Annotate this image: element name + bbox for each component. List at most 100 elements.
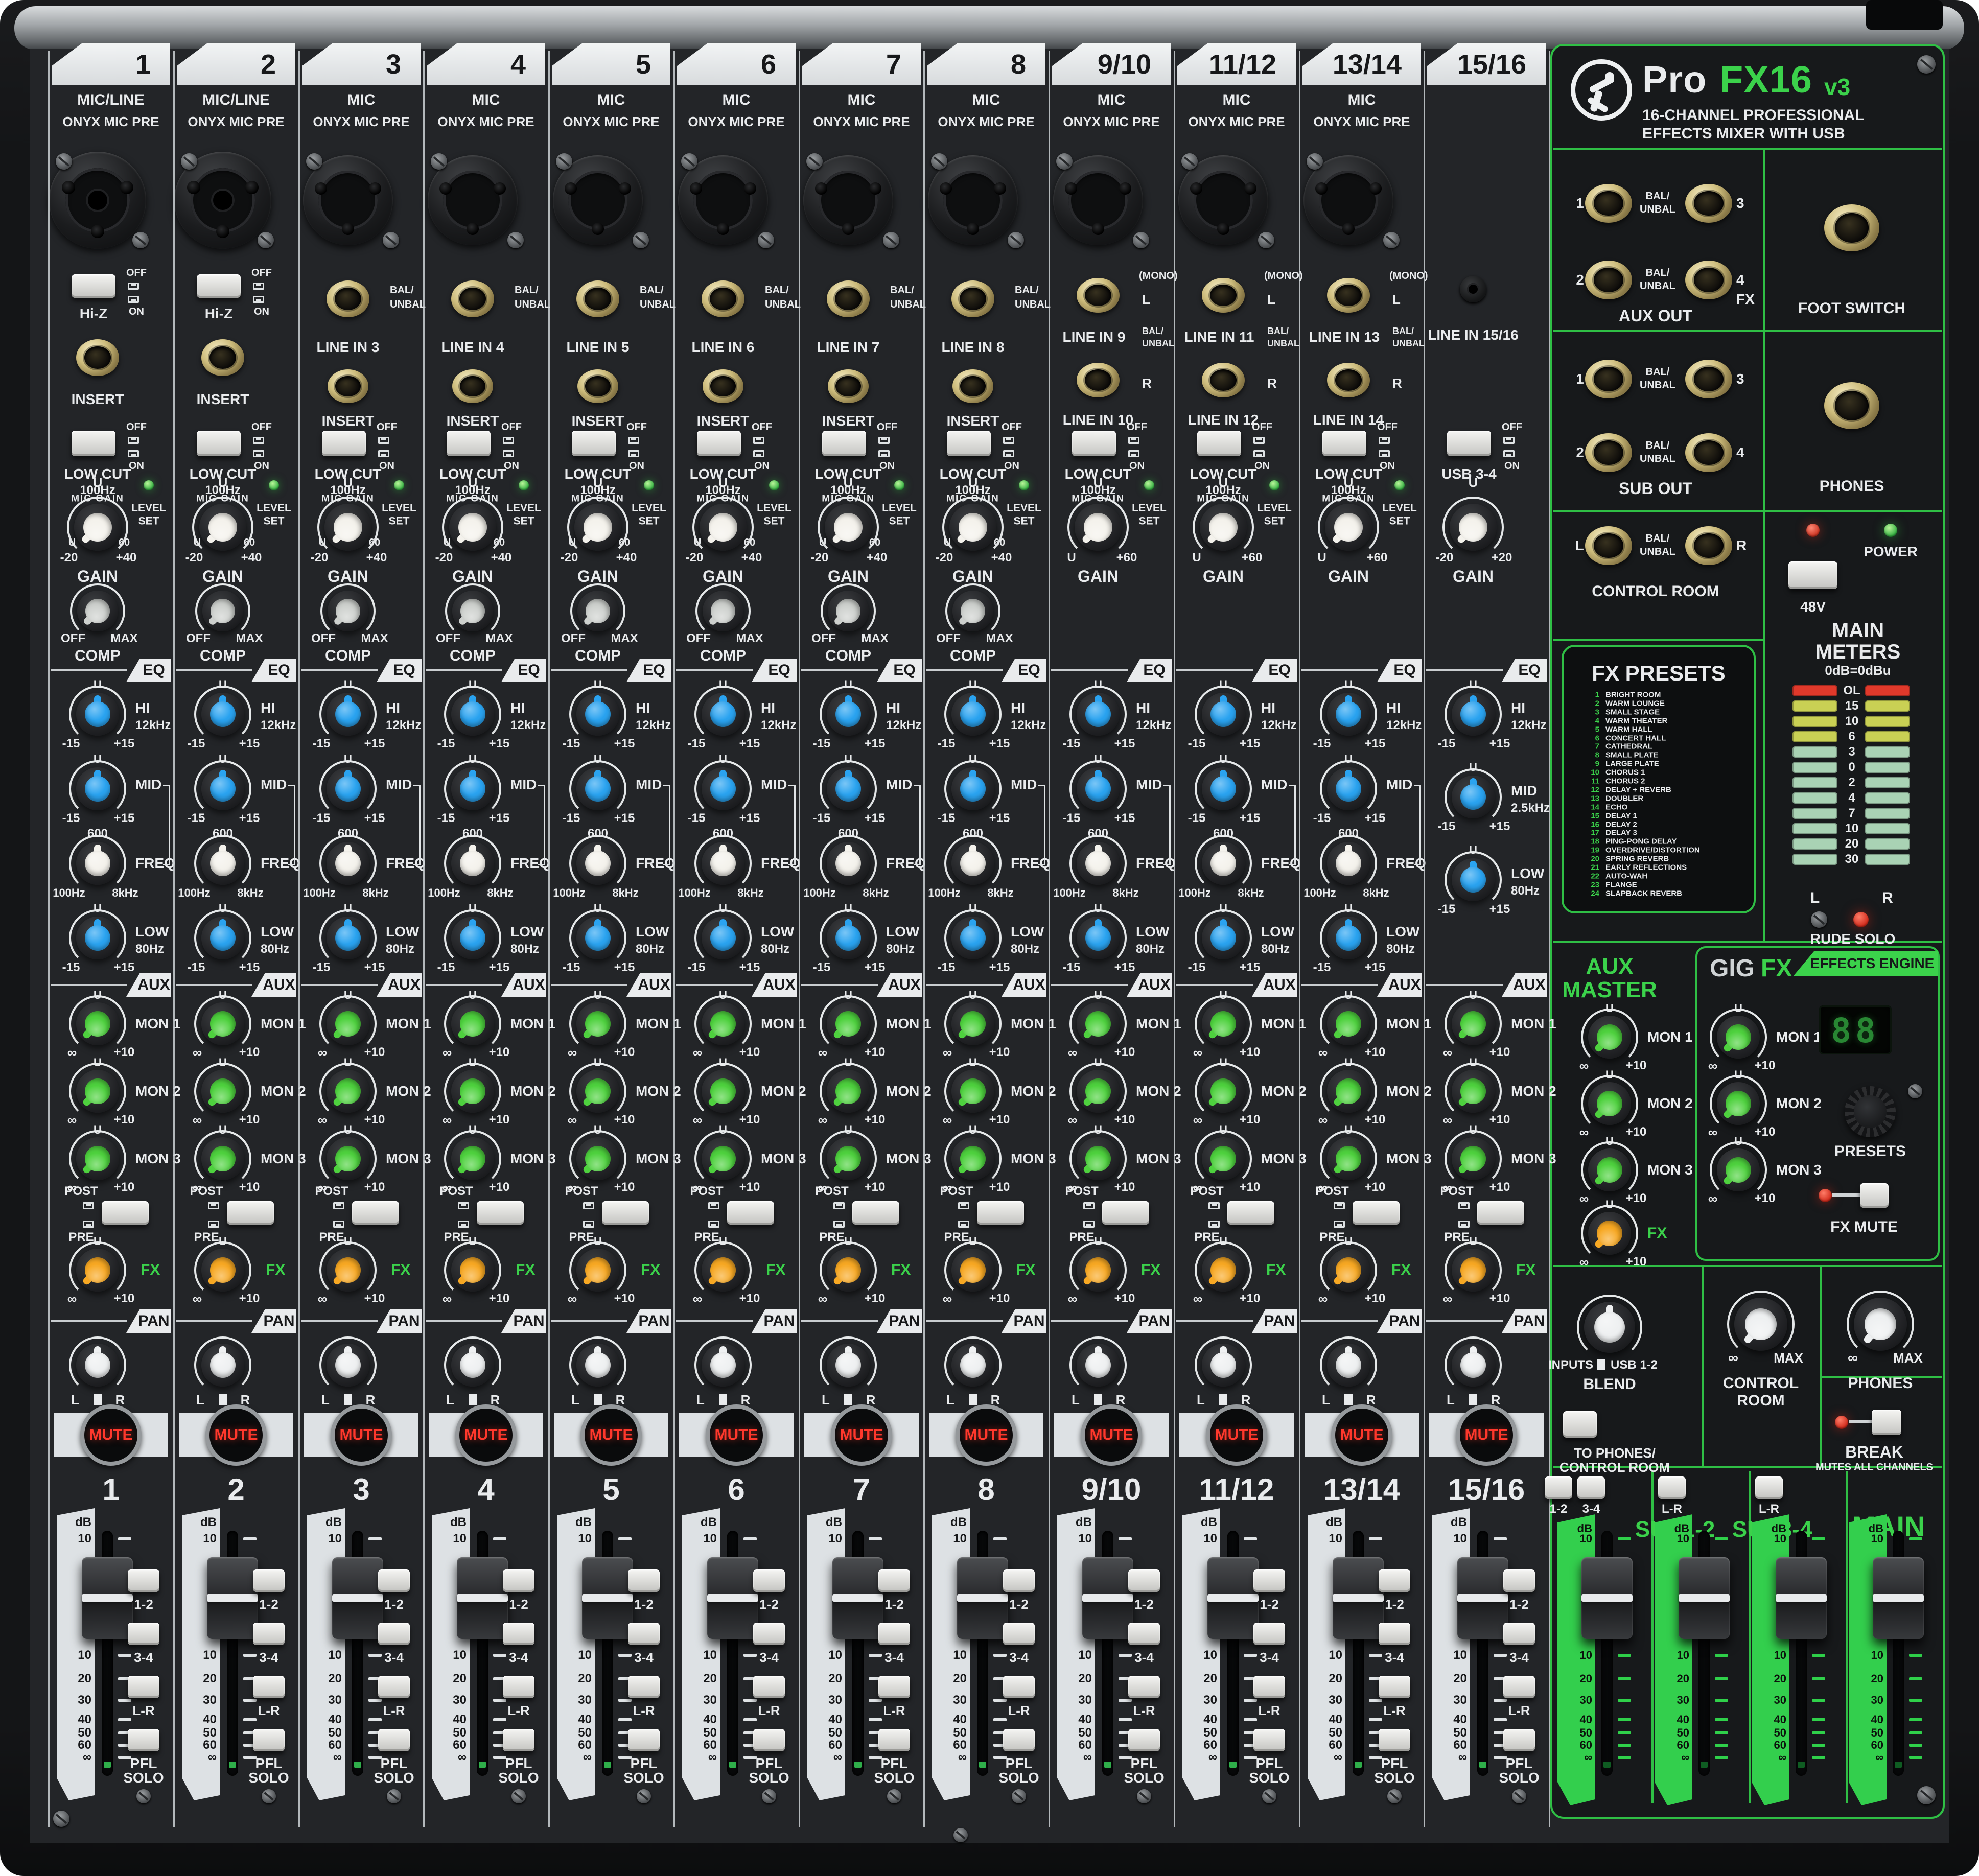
- ch-8-route-12-button[interactable]: [1003, 1569, 1035, 1592]
- ch-7-hi-knob[interactable]: [827, 693, 870, 736]
- ch-13-14-low-knob[interactable]: [1327, 917, 1370, 959]
- ch-9-10-route-pfl-button[interactable]: [1128, 1729, 1160, 1751]
- ch-4-hi-knob[interactable]: [451, 693, 494, 736]
- ch-7-postpre-button[interactable]: [852, 1201, 899, 1225]
- ch-4-route-12-button[interactable]: [503, 1569, 534, 1592]
- ch-4-route-lr-button[interactable]: [503, 1676, 534, 1698]
- ch-9-10-pan-knob[interactable]: [1077, 1344, 1120, 1387]
- ch-5-route-12-button[interactable]: [628, 1569, 660, 1592]
- ch-8-low-knob[interactable]: [951, 917, 994, 959]
- ch-2-hiz-button[interactable]: [197, 274, 241, 298]
- ch-2-route-34-button[interactable]: [253, 1623, 285, 1645]
- ch-11-12-freq-knob[interactable]: [1202, 842, 1245, 885]
- ch-5-freq-knob[interactable]: [576, 842, 619, 885]
- ch-9-10-lowcut-button[interactable]: [1072, 431, 1116, 456]
- ch-13-14-route-12-button[interactable]: [1379, 1569, 1410, 1592]
- ch-6-route-pfl-button[interactable]: [753, 1729, 785, 1751]
- ch-6-route-lr-button[interactable]: [753, 1676, 785, 1698]
- ch-7-route-lr-button[interactable]: [878, 1676, 910, 1698]
- ch-8-postpre-button[interactable]: [977, 1201, 1024, 1225]
- ch-8-hi-knob[interactable]: [951, 693, 994, 736]
- ch-15-16-usb34-button[interactable]: [1447, 431, 1491, 456]
- ch-1-pan-knob[interactable]: [76, 1344, 119, 1387]
- ch-5-low-knob[interactable]: [576, 917, 619, 959]
- ch-9-10-low-knob[interactable]: [1077, 917, 1120, 959]
- phantom-48v-button[interactable]: [1788, 561, 1837, 589]
- ch-8-route-lr-button[interactable]: [1003, 1676, 1035, 1698]
- ch-9-10-route-12-button[interactable]: [1128, 1569, 1160, 1592]
- ch-3-postpre-button[interactable]: [352, 1201, 399, 1225]
- ch-11-12-route-pfl-button[interactable]: [1253, 1729, 1285, 1751]
- ch-2-pan-knob[interactable]: [201, 1344, 244, 1387]
- ch-5-mid-knob[interactable]: [576, 767, 619, 810]
- ch-6-hi-knob[interactable]: [702, 693, 744, 736]
- ch-11-12-route-lr-button[interactable]: [1253, 1676, 1285, 1698]
- ch-4-pan-knob[interactable]: [451, 1344, 494, 1387]
- ch-15-16-hi-knob[interactable]: [1452, 693, 1495, 736]
- ch-1-low-knob[interactable]: [76, 917, 119, 959]
- ch-8-route-34-button[interactable]: [1003, 1623, 1035, 1645]
- ch-3-pan-knob[interactable]: [327, 1344, 369, 1387]
- ch-3-route-lr-button[interactable]: [378, 1676, 410, 1698]
- ch-13-14-route-lr-button[interactable]: [1379, 1676, 1410, 1698]
- ch-1-hiz-button[interactable]: [72, 274, 115, 298]
- ch-13-14-pan-knob[interactable]: [1327, 1344, 1370, 1387]
- ch-15-16-mid-knob[interactable]: [1452, 776, 1495, 818]
- ch-15-16-postpre-button[interactable]: [1477, 1201, 1524, 1225]
- ch-3-freq-knob[interactable]: [327, 842, 369, 885]
- ch-1-postpre-button[interactable]: [102, 1201, 149, 1225]
- ch-6-postpre-button[interactable]: [727, 1201, 774, 1225]
- ch-6-route-34-button[interactable]: [753, 1623, 785, 1645]
- ch-9-10-freq-knob[interactable]: [1077, 842, 1120, 885]
- ch-5-hi-knob[interactable]: [576, 693, 619, 736]
- ch-3-hi-knob[interactable]: [327, 693, 369, 736]
- ch-1-lowcut-button[interactable]: [72, 431, 115, 456]
- ch-15-16-route-lr-button[interactable]: [1503, 1676, 1535, 1698]
- ch-5-lowcut-button[interactable]: [572, 431, 616, 456]
- ch-2-postpre-button[interactable]: [227, 1201, 274, 1225]
- ch-5-pan-knob[interactable]: [576, 1344, 619, 1387]
- ch-1-hi-knob[interactable]: [76, 693, 119, 736]
- ch-4-mid-knob[interactable]: [451, 767, 494, 810]
- ch-6-pan-knob[interactable]: [702, 1344, 744, 1387]
- ch-6-low-knob[interactable]: [702, 917, 744, 959]
- ch-2-hi-knob[interactable]: [201, 693, 244, 736]
- ch-4-lowcut-button[interactable]: [447, 431, 491, 456]
- fx-mute-button[interactable]: [1860, 1183, 1889, 1208]
- ch-4-low-knob[interactable]: [451, 917, 494, 959]
- ch-8-freq-knob[interactable]: [951, 842, 994, 885]
- ch-8-lowcut-button[interactable]: [947, 431, 991, 456]
- ch-7-freq-knob[interactable]: [827, 842, 870, 885]
- ch-11-12-mid-knob[interactable]: [1202, 767, 1245, 810]
- ch-11-12-hi-knob[interactable]: [1202, 693, 1245, 736]
- break-button[interactable]: [1872, 1410, 1901, 1435]
- ch-4-postpre-button[interactable]: [477, 1201, 524, 1225]
- ch-11-12-route-12-button[interactable]: [1253, 1569, 1285, 1592]
- ch-15-16-route-12-button[interactable]: [1503, 1569, 1535, 1592]
- ch-3-low-knob[interactable]: [327, 917, 369, 959]
- ch-2-freq-knob[interactable]: [201, 842, 244, 885]
- ch-13-14-postpre-button[interactable]: [1353, 1201, 1400, 1225]
- ch-13-14-route-34-button[interactable]: [1379, 1623, 1410, 1645]
- to-phones-button[interactable]: [1563, 1411, 1597, 1438]
- ch-2-route-12-button[interactable]: [253, 1569, 285, 1592]
- ch-2-mid-knob[interactable]: [201, 767, 244, 810]
- ch-13-14-lowcut-button[interactable]: [1322, 431, 1366, 456]
- ch-5-route-pfl-button[interactable]: [628, 1729, 660, 1751]
- ch-6-freq-knob[interactable]: [702, 842, 744, 885]
- ch-3-route-34-button[interactable]: [378, 1623, 410, 1645]
- ch-13-14-freq-knob[interactable]: [1327, 842, 1370, 885]
- ch-8-route-pfl-button[interactable]: [1003, 1729, 1035, 1751]
- ch-6-route-12-button[interactable]: [753, 1569, 785, 1592]
- ch-2-low-knob[interactable]: [201, 917, 244, 959]
- ch-13-14-hi-knob[interactable]: [1327, 693, 1370, 736]
- ch-11-12-route-34-button[interactable]: [1253, 1623, 1285, 1645]
- ch-13-14-route-pfl-button[interactable]: [1379, 1729, 1410, 1751]
- ch-1-mid-knob[interactable]: [76, 767, 119, 810]
- ch-2-route-pfl-button[interactable]: [253, 1729, 285, 1751]
- ch-7-pan-knob[interactable]: [827, 1344, 870, 1387]
- ch-7-route-34-button[interactable]: [878, 1623, 910, 1645]
- ch-7-route-pfl-button[interactable]: [878, 1729, 910, 1751]
- ch-3-route-12-button[interactable]: [378, 1569, 410, 1592]
- ch-1-route-pfl-button[interactable]: [128, 1729, 159, 1751]
